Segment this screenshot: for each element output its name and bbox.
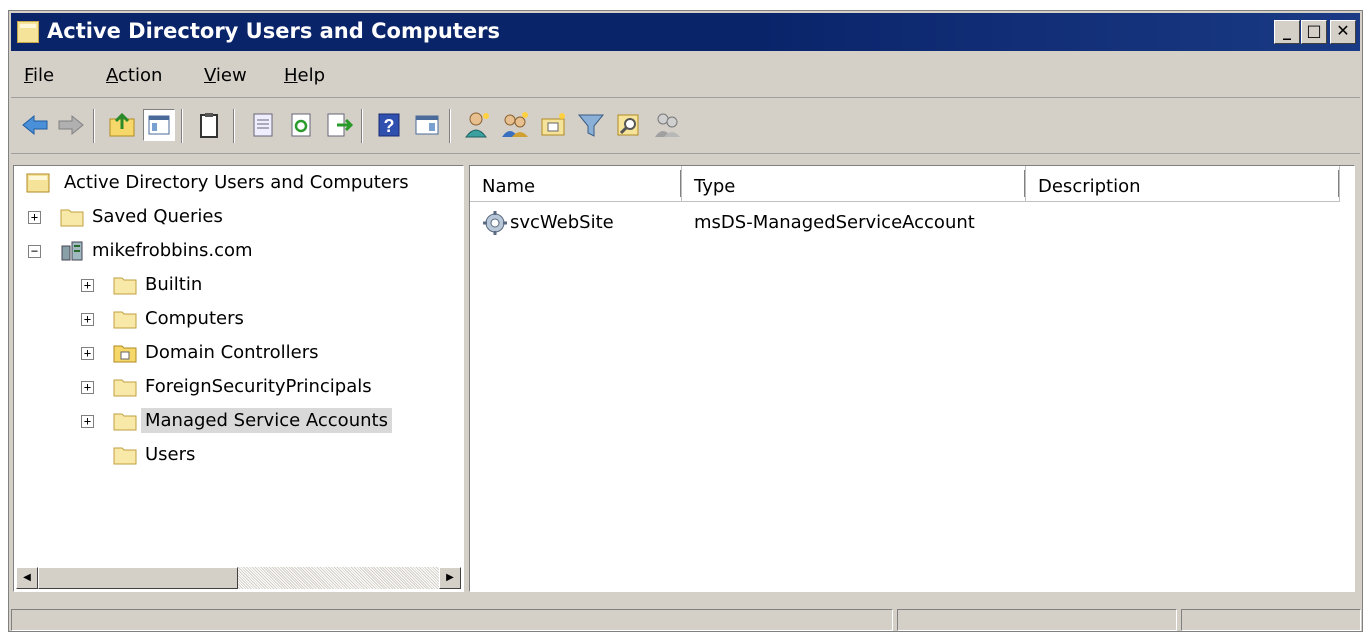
ou-icon	[113, 345, 137, 363]
horizontal-scrollbar[interactable]: ◀ ▶	[16, 567, 461, 589]
expand-icon[interactable]: +	[81, 381, 94, 394]
folder-icon	[113, 379, 137, 397]
close-button[interactable]: ✕	[1330, 20, 1356, 44]
add-to-group-icon[interactable]	[651, 109, 683, 141]
title-bar[interactable]: Active Directory Users and Computers _ □…	[11, 13, 1360, 51]
new-ou-icon[interactable]	[537, 109, 569, 141]
scrollbar-track[interactable]	[238, 567, 439, 589]
folder-icon	[113, 413, 137, 431]
up-folder-icon[interactable]	[107, 109, 139, 141]
toolbar: ?	[11, 99, 1360, 154]
window-title: Active Directory Users and Computers	[47, 19, 500, 43]
menu-file-rest: ile	[33, 65, 55, 86]
menu-help-rest: elp	[297, 65, 326, 86]
menu-view[interactable]: View	[204, 65, 247, 86]
tree-item-label: Saved Queries	[92, 206, 223, 227]
menu-bar: File Action View Help	[11, 53, 1360, 98]
expand-icon[interactable]: +	[28, 211, 41, 224]
managed-service-account-icon	[483, 211, 507, 235]
status-pane-2	[897, 609, 1177, 631]
show-hide-console-tree-icon[interactable]	[143, 109, 175, 141]
show-hide-action-pane-icon[interactable]	[411, 109, 443, 141]
folder-icon	[113, 311, 137, 329]
collapse-icon[interactable]: −	[28, 245, 41, 258]
menu-view-rest: iew	[215, 65, 247, 86]
menu-action[interactable]: Action	[106, 65, 162, 86]
domain-icon	[61, 241, 83, 261]
tree-item-label: Domain Controllers	[145, 342, 319, 363]
scroll-left-icon[interactable]: ◀	[16, 567, 38, 589]
status-pane-main	[11, 609, 893, 631]
back-arrow-icon[interactable]	[19, 109, 51, 141]
toolbar-separator	[93, 109, 95, 143]
column-header-name[interactable]: Name	[470, 166, 682, 202]
expand-icon[interactable]: +	[81, 347, 94, 360]
toolbar-separator	[233, 109, 235, 143]
expand-icon[interactable]: +	[81, 279, 94, 292]
filter-icon[interactable]	[575, 109, 607, 141]
help-icon[interactable]: ?	[373, 109, 405, 141]
maximize-button[interactable]: □	[1301, 20, 1327, 44]
folder-icon	[60, 209, 84, 227]
cell-type: msDS-ManagedServiceAccount	[694, 212, 975, 233]
menu-help-accel: H	[284, 65, 298, 86]
tree-item-label: Users	[145, 444, 196, 465]
properties-icon[interactable]	[247, 109, 279, 141]
tree-item-label: Active Directory Users and Computers	[64, 172, 409, 193]
folder-icon	[113, 277, 137, 295]
toolbar-separator	[449, 109, 451, 143]
tree-item-label: Builtin	[145, 274, 203, 295]
status-pane-3	[1181, 609, 1361, 631]
console-tree: Active Directory Users and Computers + S…	[13, 165, 464, 592]
expand-icon[interactable]: +	[81, 313, 94, 326]
export-list-icon[interactable]	[323, 109, 355, 141]
scrollbar-thumb[interactable]	[38, 567, 238, 589]
column-header-description[interactable]: Description	[1026, 166, 1340, 202]
results-list: Name Type Description svcWebSite msDS-Ma…	[469, 165, 1355, 592]
clipboard-icon[interactable]	[193, 109, 225, 141]
tree-item-label-selected: Managed Service Accounts	[141, 408, 392, 433]
menu-action-rest: ction	[118, 65, 163, 86]
forward-arrow-icon[interactable]	[55, 109, 87, 141]
menu-view-accel: V	[204, 65, 216, 86]
menu-file-accel: F	[24, 65, 34, 86]
cell-name: svcWebSite	[510, 212, 614, 233]
toolbar-separator	[181, 109, 183, 143]
menu-help[interactable]: Help	[284, 65, 325, 86]
status-bar	[11, 609, 1361, 631]
new-user-icon[interactable]	[461, 109, 493, 141]
tree-item-label: ForeignSecurityPrincipals	[145, 376, 372, 397]
svg-text:?: ?	[384, 116, 395, 136]
app-window: Active Directory Users and Computers _ □…	[8, 10, 1363, 632]
expand-icon[interactable]: +	[81, 415, 94, 428]
scroll-right-icon[interactable]: ▶	[439, 567, 461, 589]
tree-item-label: mikefrobbins.com	[92, 240, 253, 261]
folder-icon	[113, 447, 137, 465]
menu-file[interactable]: File	[24, 65, 54, 86]
snapin-icon	[26, 173, 50, 193]
refresh-icon[interactable]	[285, 109, 317, 141]
new-group-icon[interactable]	[499, 109, 531, 141]
menu-action-accel: A	[106, 65, 118, 86]
app-icon	[17, 21, 39, 43]
minimize-button[interactable]: _	[1274, 20, 1300, 44]
column-header-type[interactable]: Type	[682, 166, 1026, 202]
toolbar-separator	[361, 109, 363, 143]
tree-item-label: Computers	[145, 308, 244, 329]
table-row[interactable]: svcWebSite msDS-ManagedServiceAccount	[470, 208, 1340, 240]
find-icon[interactable]	[613, 109, 645, 141]
